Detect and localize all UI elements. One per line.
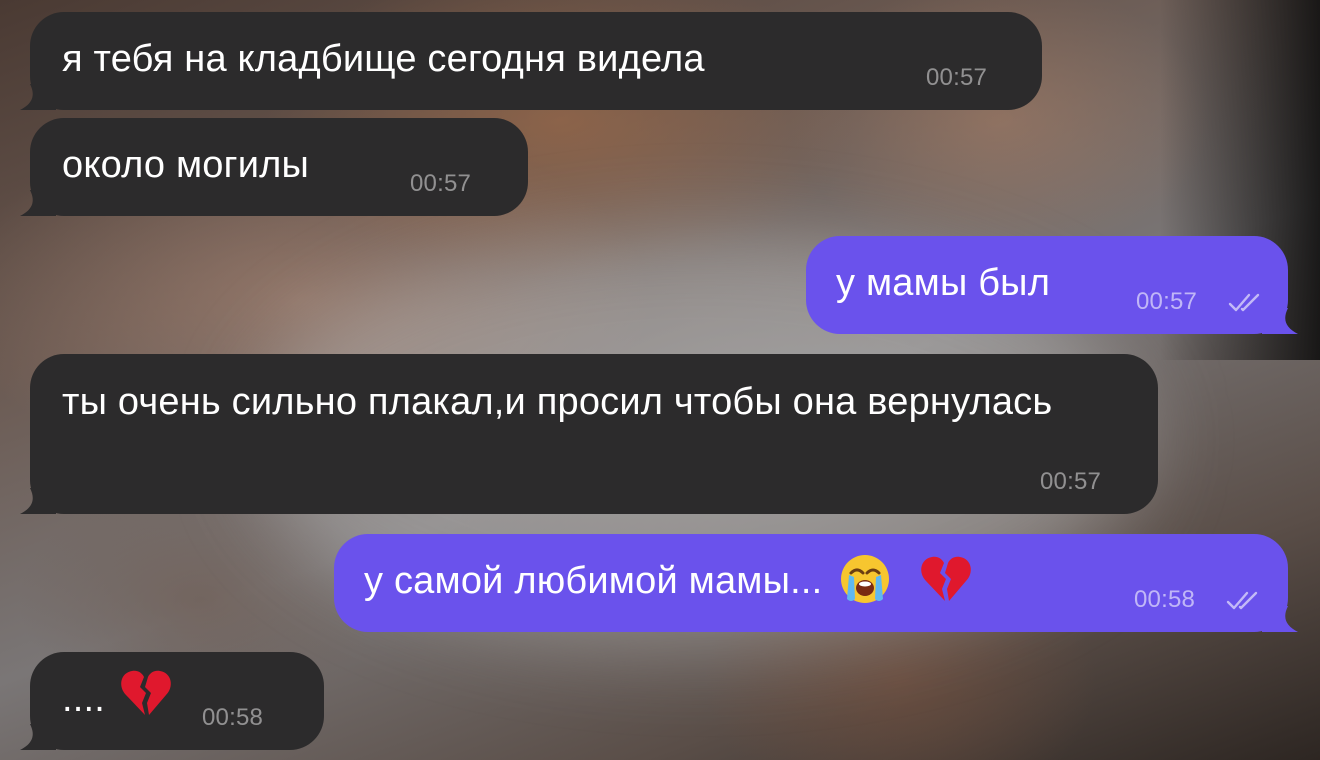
message-bubble-incoming[interactable]: около могилы 00:57	[30, 118, 528, 216]
double-check-icon	[1228, 293, 1260, 312]
broken-heart-emoji	[921, 556, 971, 601]
double-check-icon	[1226, 591, 1258, 610]
message-time: 00:58	[1134, 586, 1196, 613]
broken-heart-emoji	[120, 670, 171, 715]
message-text: около могилы	[62, 144, 310, 186]
message-text: ты очень сильно плакал,и просил чтобы он…	[62, 381, 1053, 423]
message-time: 00:57	[926, 64, 988, 91]
message-text-row: у самой любимой мамы...	[364, 550, 974, 612]
message-bubble-outgoing[interactable]: у самой любимой мамы... 00:58	[334, 534, 1288, 632]
message-bubble-outgoing[interactable]: у мамы был 00:57	[806, 236, 1288, 334]
message-text: у мамы был	[836, 262, 1051, 304]
message-text-row: ....	[62, 668, 174, 730]
message-time: 00:57	[1136, 288, 1198, 315]
message-time: 00:57	[1040, 468, 1102, 495]
loudly-crying-face-emoji	[841, 554, 890, 603]
message-text: ....	[62, 678, 106, 720]
message-bubble-incoming[interactable]: я тебя на кладбище сегодня видела 00:57	[30, 12, 1042, 110]
message-text: я тебя на кладбище сегодня видела	[62, 38, 705, 80]
message-bubble-incoming[interactable]: .... 00:58	[30, 652, 324, 750]
message-time: 00:57	[410, 170, 472, 197]
message-text: у самой любимой мамы...	[364, 560, 823, 602]
message-bubble-incoming[interactable]: ты очень сильно плакал,и просил чтобы он…	[30, 354, 1158, 514]
message-time: 00:58	[202, 704, 264, 731]
